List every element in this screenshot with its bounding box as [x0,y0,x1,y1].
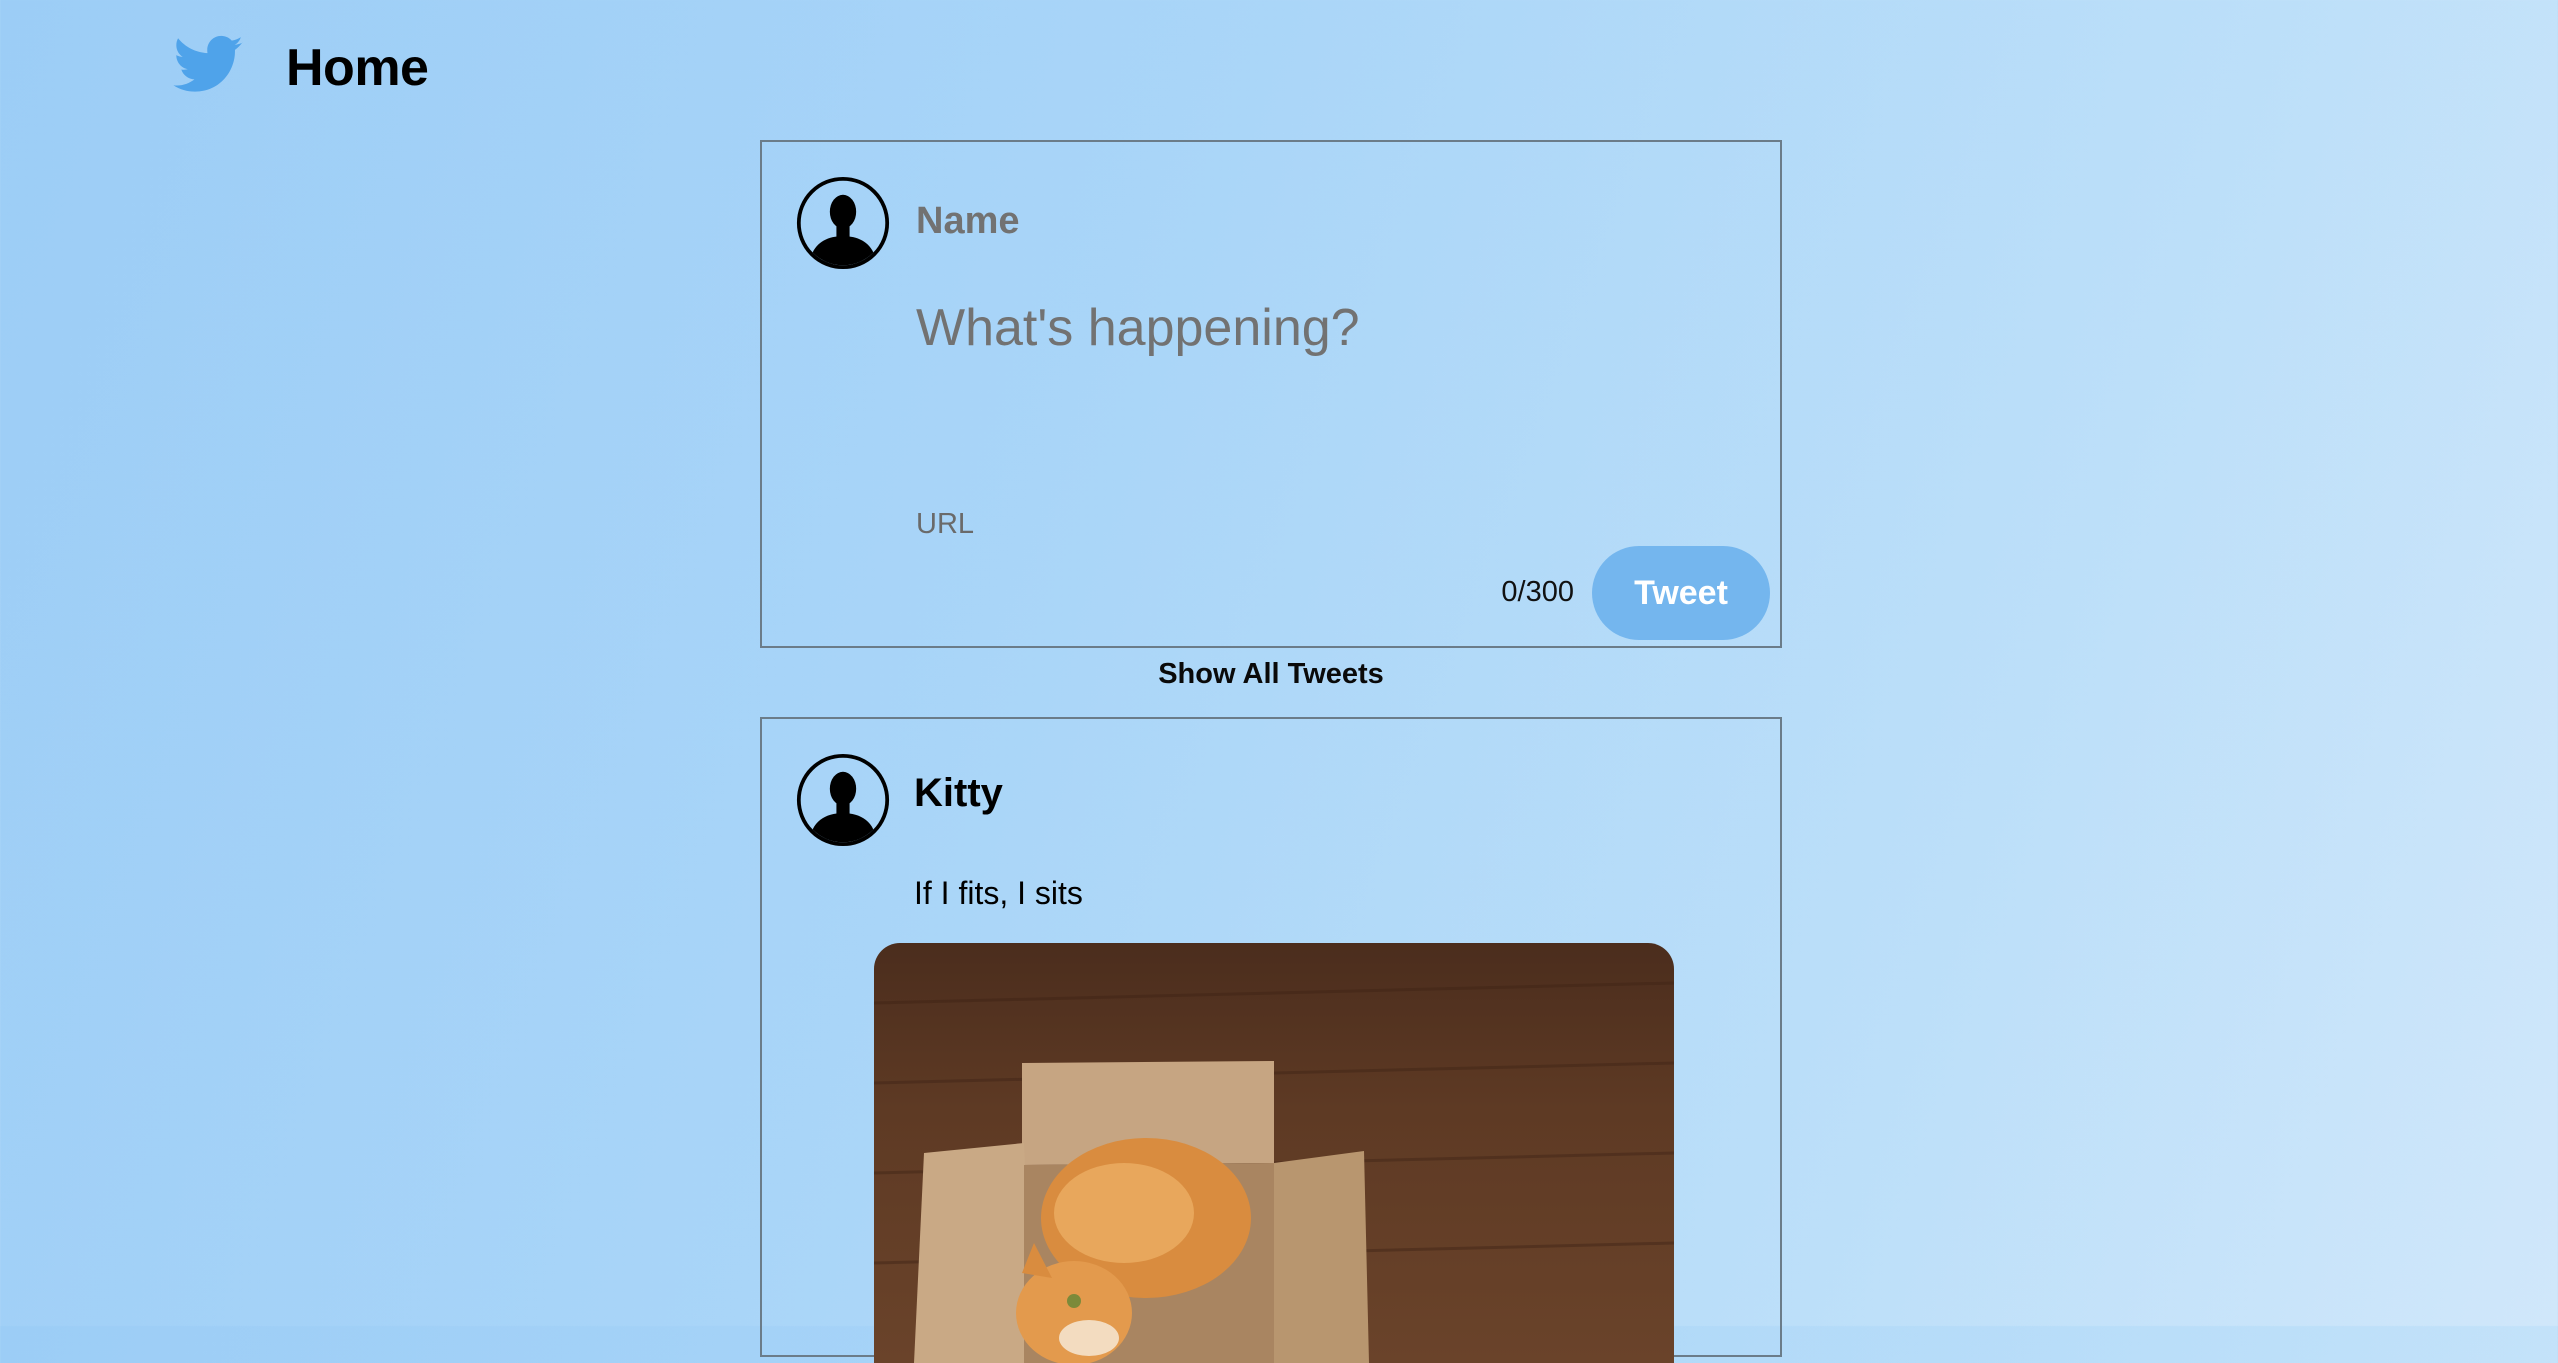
tweet-card: Kitty If I fits, I sits [760,717,1782,1363]
twitter-bird-icon[interactable] [170,33,248,103]
show-all-tweets-link[interactable]: Show All Tweets [760,658,1782,691]
tweet-image [874,943,1674,1363]
tweet-text: If I fits, I sits [914,875,1083,911]
cat-in-box-photo [874,981,1674,1363]
user-silhouette-icon [796,176,890,270]
url-input[interactable] [916,508,1516,541]
tweet-text-input[interactable] [916,298,1736,438]
user-silhouette-icon [796,753,890,847]
tweet-button[interactable]: Tweet [1592,546,1770,640]
top-header: Home [170,24,429,112]
tweet-author: Kitty [914,771,1003,815]
character-counter: 0/300 [1501,576,1574,608]
compose-panel: 0/300 Tweet [760,140,1782,648]
page-title: Home [286,39,429,97]
avatar [796,753,890,847]
name-input[interactable] [916,200,1516,243]
avatar [796,176,890,270]
